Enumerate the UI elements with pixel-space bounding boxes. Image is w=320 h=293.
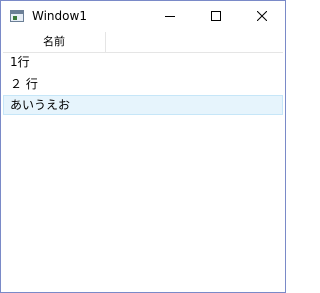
maximize-icon xyxy=(211,11,221,21)
app-window: Window1 名前 1行 ２ 行 あいうえお xyxy=(0,0,286,293)
column-header-name[interactable]: 名前 xyxy=(3,32,106,52)
minimize-icon xyxy=(165,16,175,17)
close-button[interactable] xyxy=(239,1,285,31)
window-title: Window1 xyxy=(32,9,87,23)
list-view[interactable]: 名前 1行 ２ 行 あいうえお xyxy=(3,32,283,290)
list-row-selected[interactable]: あいうえお xyxy=(3,95,283,115)
app-window-icon[interactable] xyxy=(10,10,24,22)
list-row[interactable]: 1行 xyxy=(3,52,283,72)
list-cell-name: ２ 行 xyxy=(10,77,38,91)
list-cell-name: あいうえお xyxy=(10,98,71,112)
close-icon xyxy=(257,11,267,21)
column-header-row: 名前 xyxy=(3,32,283,53)
list-row[interactable]: ２ 行 xyxy=(3,74,283,94)
maximize-button[interactable] xyxy=(193,1,239,31)
list-cell-name: 1行 xyxy=(10,55,30,69)
title-bar[interactable]: Window1 xyxy=(1,1,285,31)
minimize-button[interactable] xyxy=(147,1,193,31)
